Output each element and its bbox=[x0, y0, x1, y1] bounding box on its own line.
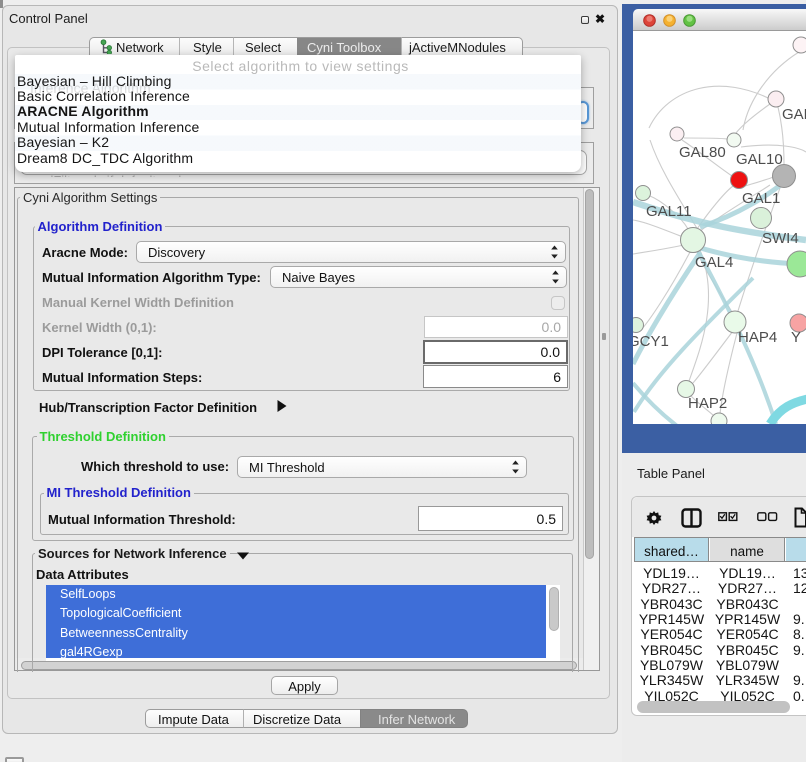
svg-text:HAP4: HAP4 bbox=[738, 329, 777, 346]
svg-text:GAL10: GAL10 bbox=[736, 151, 783, 168]
svg-text:GAL: GAL bbox=[782, 106, 806, 123]
svg-text:Y: Y bbox=[791, 329, 801, 346]
svg-text:GAL4: GAL4 bbox=[695, 254, 733, 271]
svg-text:GCY1: GCY1 bbox=[633, 333, 669, 350]
svg-text:HAP2: HAP2 bbox=[688, 395, 727, 412]
svg-text:GAL11: GAL11 bbox=[646, 203, 692, 220]
svg-text:GAL80: GAL80 bbox=[679, 144, 726, 161]
svg-text:SWI4: SWI4 bbox=[762, 230, 799, 247]
svg-text:GAL1: GAL1 bbox=[742, 190, 780, 207]
